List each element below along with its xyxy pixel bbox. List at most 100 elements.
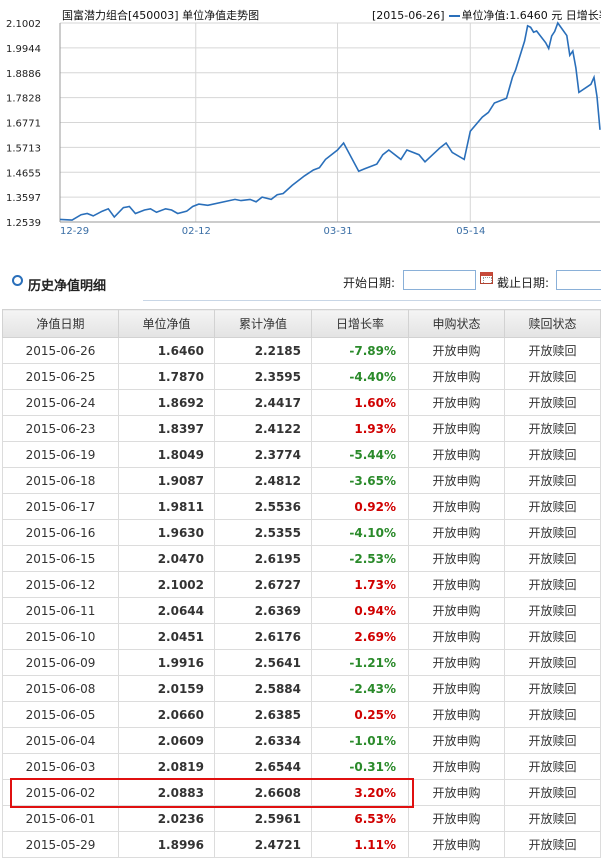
cell-date: 2015-06-11 bbox=[2, 597, 119, 624]
y-tick-label: 1.3597 bbox=[6, 193, 41, 204]
cell-date: 2015-06-05 bbox=[2, 701, 119, 728]
cell-redeem-status: 开放赎回 bbox=[504, 441, 601, 468]
table-row: 2015-06-10 2.0451 2.6176 2.69% 开放申购 开放赎回 bbox=[2, 623, 601, 650]
calendar-icon[interactable] bbox=[480, 272, 493, 284]
cell-daily-change: 1.60% bbox=[311, 389, 409, 416]
cell-unit-nav: 1.9811 bbox=[118, 493, 215, 520]
cell-unit-nav: 2.0609 bbox=[118, 727, 215, 754]
section-title: 历史净值明细 bbox=[28, 279, 107, 294]
cell-unit-nav: 2.0470 bbox=[118, 545, 215, 572]
cell-purchase-status: 开放申购 bbox=[408, 363, 505, 390]
cell-daily-change: -7.89% bbox=[311, 337, 409, 364]
cell-accumulated-nav: 2.6334 bbox=[214, 727, 312, 754]
cell-unit-nav: 2.0236 bbox=[118, 805, 215, 832]
cell-accumulated-nav: 2.6608 bbox=[214, 779, 312, 806]
table-row: 2015-06-24 1.8692 2.4417 1.60% 开放申购 开放赎回 bbox=[2, 389, 601, 416]
cell-date: 2015-06-26 bbox=[2, 337, 119, 364]
cell-daily-change: -2.53% bbox=[311, 545, 409, 572]
column-header-accumulated-nav[interactable]: 累计净值 bbox=[214, 309, 312, 338]
y-tick-label: 1.9944 bbox=[6, 44, 41, 55]
column-header-redeem-status[interactable]: 赎回状态 bbox=[504, 309, 601, 338]
table-row: 2015-06-08 2.0159 2.5884 -2.43% 开放申购 开放赎回 bbox=[2, 675, 601, 702]
cell-accumulated-nav: 2.5536 bbox=[214, 493, 312, 520]
cell-purchase-status: 开放申购 bbox=[408, 675, 505, 702]
column-header-purchase-status[interactable]: 申购状态 bbox=[408, 309, 505, 338]
table-row: 2015-06-09 1.9916 2.5641 -1.21% 开放申购 开放赎回 bbox=[2, 649, 601, 676]
table-header-row: 净值日期 单位净值 累计净值 日增长率 申购状态 赎回状态 bbox=[2, 309, 601, 338]
cell-date: 2015-06-17 bbox=[2, 493, 119, 520]
cell-unit-nav: 2.1002 bbox=[118, 571, 215, 598]
cell-redeem-status: 开放赎回 bbox=[504, 675, 601, 702]
table-row: 2015-06-11 2.0644 2.6369 0.94% 开放申购 开放赎回 bbox=[2, 597, 601, 624]
cell-daily-change: -0.31% bbox=[311, 753, 409, 780]
cell-daily-change: -4.10% bbox=[311, 519, 409, 546]
cell-purchase-status: 开放申购 bbox=[408, 779, 505, 806]
cell-accumulated-nav: 2.6727 bbox=[214, 571, 312, 598]
cell-date: 2015-05-29 bbox=[2, 831, 119, 858]
table-row: 2015-06-03 2.0819 2.6544 -0.31% 开放申购 开放赎回 bbox=[2, 753, 601, 780]
column-header-date[interactable]: 净值日期 bbox=[2, 309, 119, 338]
cell-date: 2015-06-16 bbox=[2, 519, 119, 546]
table-row: 2015-06-04 2.0609 2.6334 -1.01% 开放申购 开放赎回 bbox=[2, 727, 601, 754]
table-row: 2015-06-01 2.0236 2.5961 6.53% 开放申购 开放赎回 bbox=[2, 805, 601, 832]
history-nav-header: 历史净值明细 开始日期: 截止日期: bbox=[0, 262, 601, 301]
cell-daily-change: -4.40% bbox=[311, 363, 409, 390]
cell-purchase-status: 开放申购 bbox=[408, 441, 505, 468]
legend-value: 1.6460 bbox=[509, 9, 548, 22]
x-tick-label: 03-31 bbox=[324, 226, 353, 237]
cell-redeem-status: 开放赎回 bbox=[504, 623, 601, 650]
cell-daily-change: -3.65% bbox=[311, 467, 409, 494]
cell-unit-nav: 1.9630 bbox=[118, 519, 215, 546]
cell-redeem-status: 开放赎回 bbox=[504, 519, 601, 546]
start-date-label: 开始日期: bbox=[343, 276, 396, 290]
column-header-daily-change[interactable]: 日增长率 bbox=[311, 309, 409, 338]
cell-purchase-status: 开放申购 bbox=[408, 545, 505, 572]
cell-daily-change: 6.53% bbox=[311, 805, 409, 832]
cell-date: 2015-06-15 bbox=[2, 545, 119, 572]
cell-redeem-status: 开放赎回 bbox=[504, 805, 601, 832]
cell-redeem-status: 开放赎回 bbox=[504, 389, 601, 416]
cell-daily-change: -1.21% bbox=[311, 649, 409, 676]
table-row: 2015-06-26 1.6460 2.2185 -7.89% 开放申购 开放赎回 bbox=[2, 337, 601, 364]
table-row: 2015-06-16 1.9630 2.5355 -4.10% 开放申购 开放赎回 bbox=[2, 519, 601, 546]
cell-purchase-status: 开放申购 bbox=[408, 467, 505, 494]
table-row: 2015-06-18 1.9087 2.4812 -3.65% 开放申购 开放赎回 bbox=[2, 467, 601, 494]
cell-accumulated-nav: 2.6176 bbox=[214, 623, 312, 650]
cell-accumulated-nav: 2.5884 bbox=[214, 675, 312, 702]
cell-unit-nav: 2.0660 bbox=[118, 701, 215, 728]
cell-purchase-status: 开放申购 bbox=[408, 519, 505, 546]
cell-purchase-status: 开放申购 bbox=[408, 597, 505, 624]
cell-redeem-status: 开放赎回 bbox=[504, 701, 601, 728]
y-tick-label: 1.6771 bbox=[6, 119, 41, 130]
start-date-input[interactable] bbox=[403, 270, 476, 290]
cell-date: 2015-06-03 bbox=[2, 753, 119, 780]
legend-line-icon bbox=[448, 15, 460, 17]
end-date-input[interactable] bbox=[556, 270, 601, 290]
cell-unit-nav: 1.9916 bbox=[118, 649, 215, 676]
table-row: 2015-05-29 1.8996 2.4721 1.11% 开放申购 开放赎回 bbox=[2, 831, 601, 858]
cell-unit-nav: 1.7870 bbox=[118, 363, 215, 390]
cell-daily-change: -1.01% bbox=[311, 727, 409, 754]
cell-unit-nav: 2.0819 bbox=[118, 753, 215, 780]
cell-redeem-status: 开放赎回 bbox=[504, 467, 601, 494]
cell-accumulated-nav: 2.3774 bbox=[214, 441, 312, 468]
cell-redeem-status: 开放赎回 bbox=[504, 545, 601, 572]
cell-accumulated-nav: 2.6544 bbox=[214, 753, 312, 780]
cell-redeem-status: 开放赎回 bbox=[504, 727, 601, 754]
cell-accumulated-nav: 2.5355 bbox=[214, 519, 312, 546]
end-date-label: 截止日期: bbox=[497, 276, 550, 290]
x-tick-label: 02-12 bbox=[182, 226, 211, 237]
y-tick-label: 1.2539 bbox=[6, 218, 41, 229]
cell-redeem-status: 开放赎回 bbox=[504, 753, 601, 780]
cell-date: 2015-06-10 bbox=[2, 623, 119, 650]
column-header-unit-nav[interactable]: 单位净值 bbox=[118, 309, 215, 338]
circle-bullet-icon bbox=[12, 275, 23, 286]
cell-purchase-status: 开放申购 bbox=[408, 337, 505, 364]
cell-accumulated-nav: 2.2185 bbox=[214, 337, 312, 364]
cell-unit-nav: 1.8692 bbox=[118, 389, 215, 416]
cell-redeem-status: 开放赎回 bbox=[504, 415, 601, 442]
cell-daily-change: 1.73% bbox=[311, 571, 409, 598]
cell-redeem-status: 开放赎回 bbox=[504, 493, 601, 520]
cell-redeem-status: 开放赎回 bbox=[504, 571, 601, 598]
cell-date: 2015-06-24 bbox=[2, 389, 119, 416]
